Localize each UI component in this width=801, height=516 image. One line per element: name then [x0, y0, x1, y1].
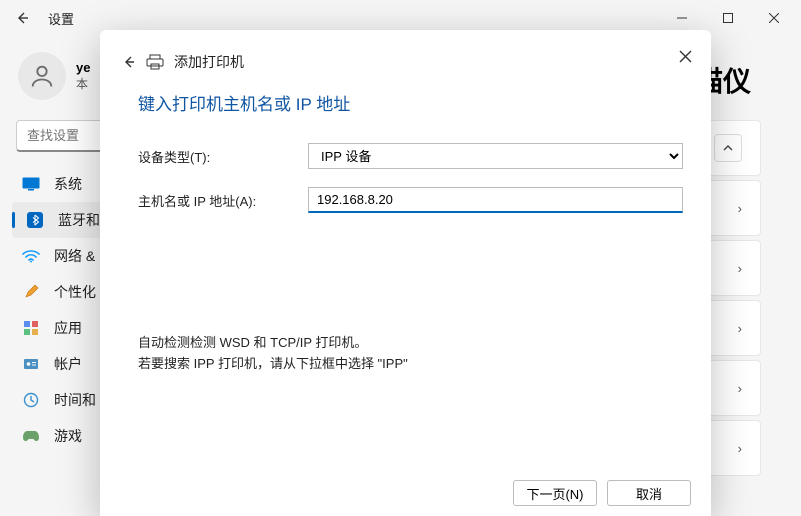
sidebar-item-label: 应用 — [54, 318, 82, 338]
close-icon — [679, 50, 692, 63]
dialog-back-button[interactable] — [122, 55, 136, 69]
user-name: ye — [76, 60, 90, 75]
sidebar-item-label: 蓝牙和 — [58, 210, 100, 230]
close-icon — [769, 13, 779, 23]
chevron-right-icon: › — [738, 201, 742, 216]
arrow-left-icon — [15, 11, 29, 25]
add-printer-dialog: 添加打印机 键入打印机主机名或 IP 地址 设备类型(T): IPP 设备 主机… — [100, 30, 711, 516]
dialog-header-text: 添加打印机 — [174, 52, 244, 72]
chevron-right-icon: › — [738, 381, 742, 396]
sidebar-item-label: 网络 & — [54, 246, 95, 266]
display-icon — [22, 175, 40, 193]
chevron-right-icon: › — [738, 321, 742, 336]
close-button[interactable] — [751, 0, 797, 36]
arrow-left-icon — [122, 55, 136, 69]
minimize-icon — [677, 13, 687, 23]
brush-icon — [22, 283, 40, 301]
maximize-button[interactable] — [705, 0, 751, 36]
apps-icon — [22, 319, 40, 337]
device-type-select[interactable]: IPP 设备 — [308, 143, 683, 169]
next-button[interactable]: 下一页(N) — [513, 480, 597, 506]
note-line-2: 若要搜索 IPP 打印机，请从下拉框中选择 "IPP" — [138, 354, 683, 375]
active-indicator — [12, 212, 15, 228]
sidebar-item-label: 游戏 — [54, 426, 82, 446]
bluetooth-icon — [26, 211, 44, 229]
sidebar-item-label: 系统 — [54, 174, 82, 194]
hostname-label: 主机名或 IP 地址(A): — [138, 191, 308, 210]
wifi-icon — [22, 247, 40, 265]
account-icon — [22, 355, 40, 373]
device-type-label: 设备类型(T): — [138, 147, 308, 166]
person-icon — [28, 62, 56, 90]
note-line-1: 自动检测检测 WSD 和 TCP/IP 打印机。 — [138, 333, 683, 354]
chevron-up-icon — [722, 142, 734, 154]
sidebar-item-label: 帐户 — [54, 354, 82, 374]
printer-icon — [146, 54, 164, 70]
dialog-close-button[interactable] — [673, 44, 697, 68]
dialog-note: 自动检测检测 WSD 和 TCP/IP 打印机。 若要搜索 IPP 打印机，请从… — [138, 333, 683, 375]
chevron-right-icon: › — [738, 441, 742, 456]
maximize-icon — [723, 13, 733, 23]
window-title: 设置 — [48, 9, 74, 28]
collapse-button[interactable] — [714, 134, 742, 162]
sidebar-item-label: 时间和 — [54, 390, 96, 410]
hostname-input[interactable] — [308, 187, 683, 213]
avatar — [18, 52, 66, 100]
user-sub: 本 — [76, 75, 90, 92]
gaming-icon — [22, 427, 40, 445]
sidebar-item-label: 个性化 — [54, 282, 96, 302]
back-button[interactable] — [4, 0, 40, 36]
cancel-button[interactable]: 取消 — [607, 480, 691, 506]
chevron-right-icon: › — [738, 261, 742, 276]
clock-icon — [22, 391, 40, 409]
dialog-title: 键入打印机主机名或 IP 地址 — [138, 90, 683, 115]
